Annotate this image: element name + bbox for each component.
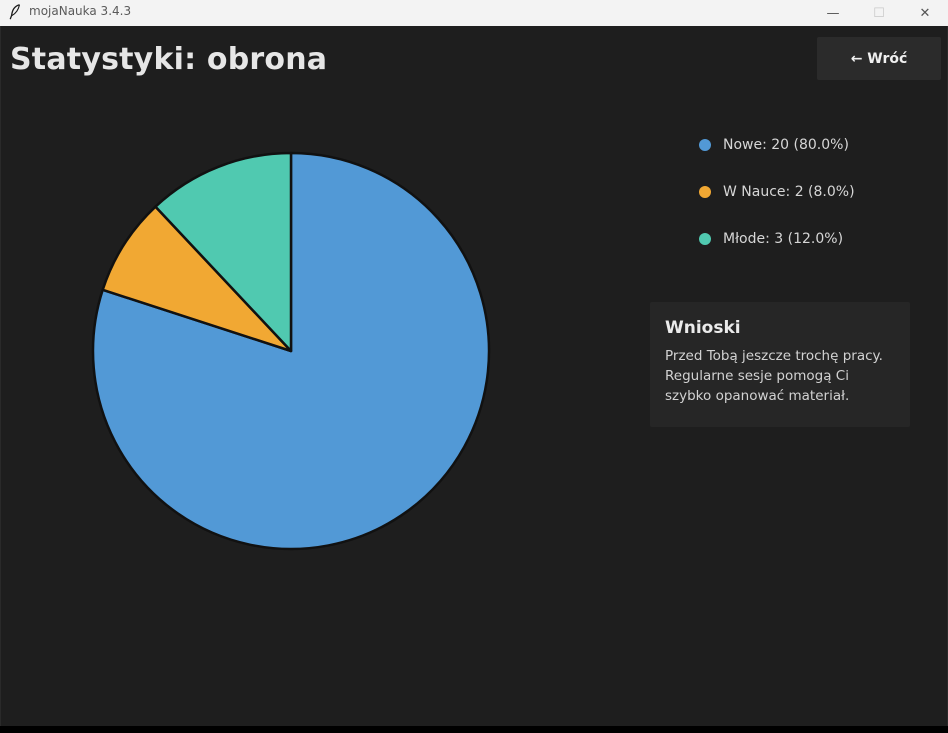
maximize-button[interactable]: ☐ [856,0,902,26]
back-button[interactable]: ← Wróć [817,37,941,80]
legend-item-mlode: Młode: 3 (12.0%) [699,231,843,247]
minimize-button[interactable]: — [810,0,856,26]
legend-label-nowe: Nowe: 20 (80.0%) [723,137,849,153]
legend-dot-nowe [699,139,711,151]
legend-dot-mlode [699,233,711,245]
pie-chart [91,151,491,551]
legend-label-w-nauce: W Nauce: 2 (8.0%) [723,184,855,200]
main-window: Statystyki: obrona ← Wróć Nowe: 20 (80.0… [0,26,948,726]
title-bar: mojaNauka 3.4.3 — ☐ ✕ [0,0,948,26]
insights-title: Wnioski [665,318,741,338]
legend-dot-w-nauce [699,186,711,198]
legend-label-mlode: Młode: 3 (12.0%) [723,231,844,247]
close-button[interactable]: ✕ [902,0,948,26]
feather-icon [9,4,21,20]
legend-item-w-nauce: W Nauce: 2 (8.0%) [699,184,855,200]
window-title: mojaNauka 3.4.3 [29,4,132,18]
window-bottom-edge [0,726,948,733]
page-title: Statystyki: obrona [10,42,328,77]
insights-card: Wnioski Przed Tobą jeszcze trochę pracy.… [650,302,910,427]
insights-text: Przed Tobą jeszcze trochę pracy. Regular… [665,348,883,404]
legend-item-nowe: Nowe: 20 (80.0%) [699,137,849,153]
